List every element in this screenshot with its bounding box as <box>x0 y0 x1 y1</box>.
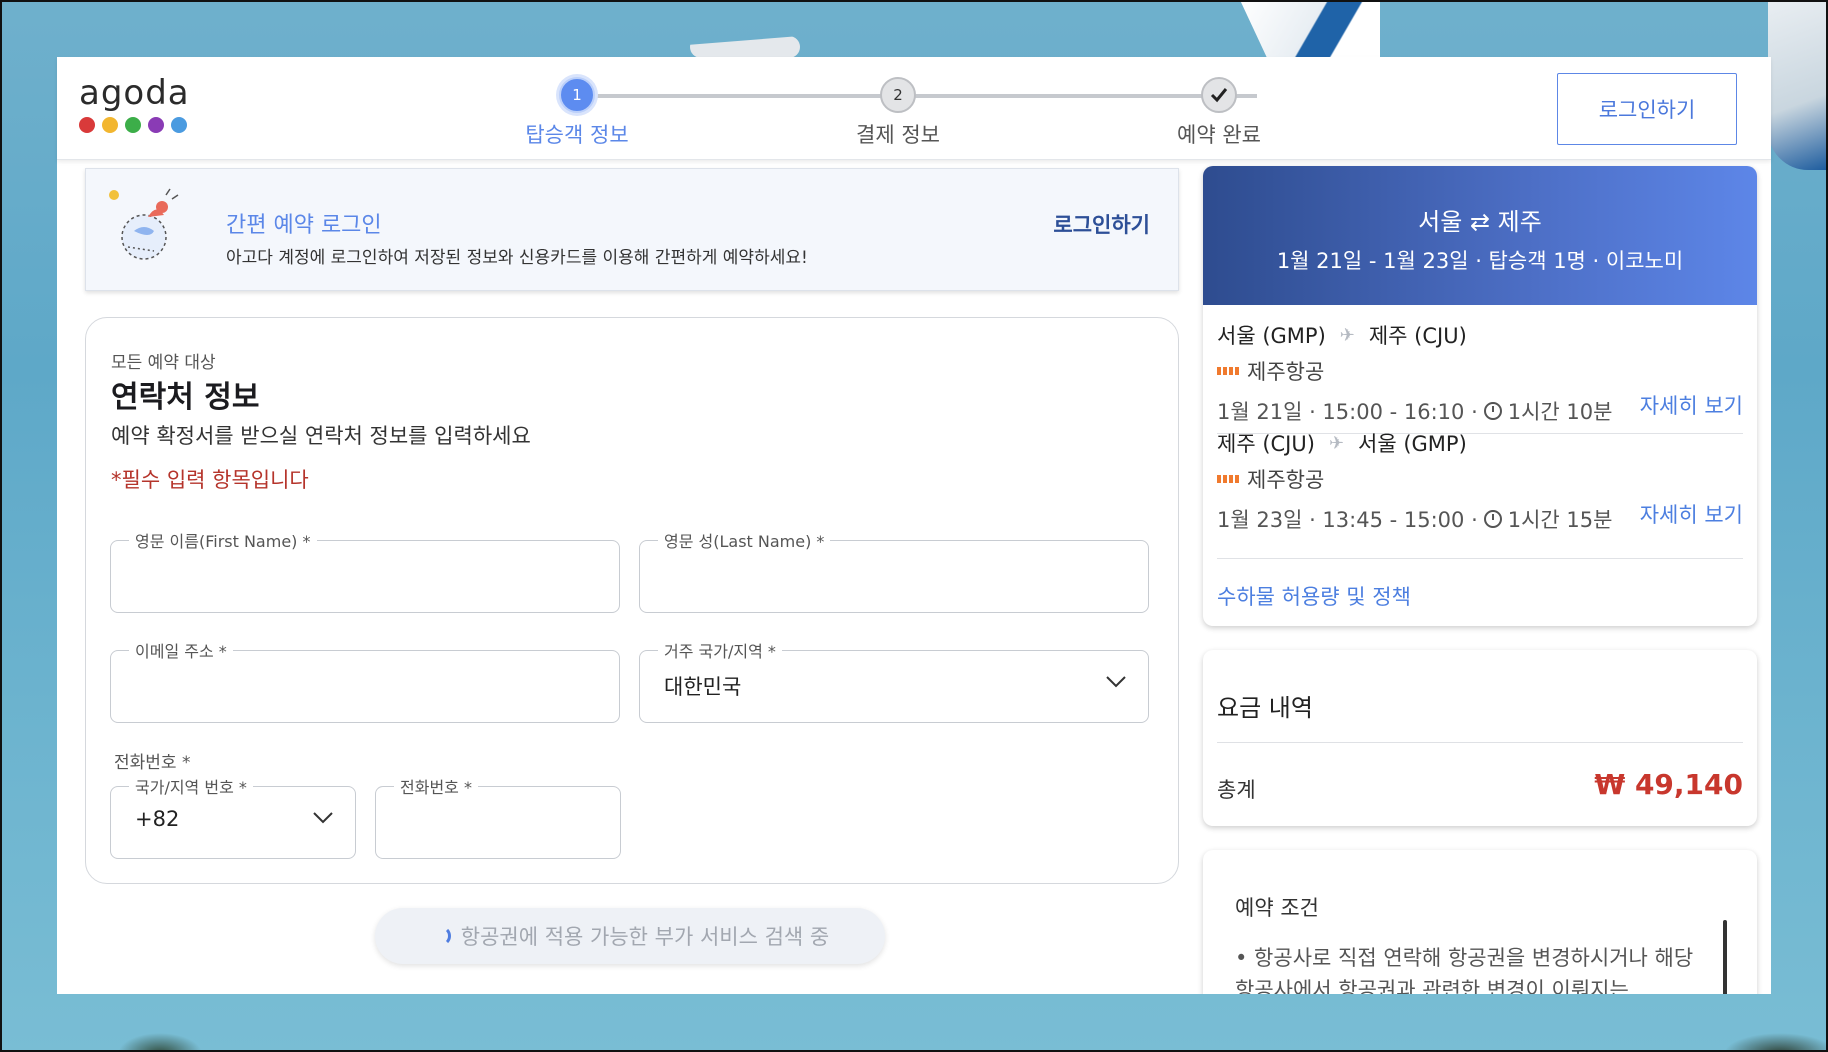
step-booking-complete: 예약 완료 <box>1109 73 1329 149</box>
loading-text: 항공권에 적용 가능한 부가 서비스 검색 중 <box>460 925 830 949</box>
segment-duration: 1시간 10분 <box>1507 400 1613 424</box>
phone-code-select[interactable]: 국가/지역 번호 * +82 <box>110 774 356 859</box>
banner-login-link[interactable]: 로그인하기 <box>1053 209 1150 239</box>
segment-destination: 제주 (CJU) <box>1368 324 1467 348</box>
step-1-label: 탑승객 정보 <box>525 123 629 147</box>
last-name-field[interactable]: 영문 성(Last Name) * <box>639 528 1149 613</box>
terms-scrollbar[interactable] <box>1723 920 1727 994</box>
logo-dot-yellow <box>102 117 118 133</box>
price-title: 요금 내역 <box>1217 694 1313 722</box>
baggage-policy-link[interactable]: 수하물 허용량 및 정책 <box>1217 581 1411 611</box>
clock-icon <box>1483 402 1502 420</box>
logo-text: agoda <box>79 73 190 113</box>
clock-icon <box>1483 510 1502 528</box>
booking-terms-card: 예약 조건 • 항공사로 직접 연락해 항공권을 변경하시거나 해당 항공사에서… <box>1203 850 1757 994</box>
airplane-distant-image <box>690 36 800 58</box>
contact-description: 예약 확정서를 받으실 연락처 정보를 입력하세요 <box>111 424 531 448</box>
segment-duration: 1시간 15분 <box>1507 508 1613 532</box>
phone-code-value: +82 <box>135 807 180 831</box>
segment-destination: 서울 (GMP) <box>1358 432 1467 456</box>
last-name-label: 영문 성(Last Name) * <box>658 528 831 552</box>
airline-logo-icon <box>1217 367 1239 375</box>
segment-datetime: 1월 23일 · 13:45 - 15:00 · <box>1217 508 1478 532</box>
country-value: 대한민국 <box>664 675 742 699</box>
chevron-down-icon <box>1106 676 1126 688</box>
country-select[interactable]: 거주 국가/지역 * 대한민국 <box>639 638 1149 723</box>
airline-logo-icon <box>1217 475 1239 483</box>
check-icon <box>1201 77 1237 113</box>
airplane-wing-image <box>1768 0 1828 170</box>
step-2-label: 결제 정보 <box>856 123 940 147</box>
segment-route: 제주 (CJU) ✈ 서울 (GMP) <box>1217 428 1743 458</box>
segment-airline: 제주항공 <box>1217 464 1743 494</box>
step-payment-info: 2 결제 정보 <box>788 73 1008 149</box>
contact-info-card: 모든 예약 대상 연락처 정보 예약 확정서를 받으실 연락처 정보를 입력하세… <box>85 317 1179 884</box>
airline-name: 제주항공 <box>1247 468 1325 492</box>
chevron-down-icon <box>313 812 333 824</box>
banner-description: 아고다 계정에 로그인하여 저장된 정보와 신용카드를 이용해 간편하게 예약하… <box>226 248 808 268</box>
flight-summary-header: 서울 ⇄ 제주 1월 21일 - 1월 23일 · 탑승객 1명 · 이코노미 <box>1203 166 1757 305</box>
first-name-label: 영문 이름(First Name) * <box>129 528 317 552</box>
country-label: 거주 국가/지역 * <box>658 638 782 662</box>
segment-detail-link[interactable]: 자세히 보기 <box>1640 499 1743 529</box>
header-login-button[interactable]: 로그인하기 <box>1557 73 1737 145</box>
terms-title: 예약 조건 <box>1235 896 1319 920</box>
segment-datetime: 1월 21일 · 15:00 - 16:10 · <box>1217 400 1478 424</box>
phone-number-label: 전화번호 * <box>394 774 478 798</box>
required-note: *필수 입력 항목입니다 <box>111 468 309 492</box>
step-3-label: 예약 완료 <box>1177 123 1261 147</box>
phone-heading: 전화번호 * <box>114 753 191 773</box>
step-2-circle: 2 <box>880 77 916 113</box>
segment-route: 서울 (GMP) ✈ 제주 (CJU) <box>1217 320 1743 350</box>
price-breakdown-card: 요금 내역 총계 ₩ 49,140 <box>1203 650 1757 826</box>
step-1-circle: 1 <box>559 77 595 113</box>
banner-title: 간편 예약 로그인 <box>226 213 382 238</box>
terms-body: • 항공사로 직접 연락해 항공권을 변경하시거나 해당 항공사에서 항공권과 … <box>1235 946 1694 994</box>
step-passenger-info: 1 탑승객 정보 <box>467 73 687 149</box>
trip-summary: 1월 21일 - 1월 23일 · 탑승객 1명 · 이코노미 <box>1276 249 1684 273</box>
logo-dots <box>79 117 190 133</box>
logo-dot-red <box>79 117 95 133</box>
airline-name: 제주항공 <box>1247 360 1325 384</box>
loading-spinner-icon <box>431 926 451 946</box>
first-name-field[interactable]: 영문 이름(First Name) * <box>110 528 620 613</box>
flight-summary-card: 서울 ⇄ 제주 1월 21일 - 1월 23일 · 탑승객 1명 · 이코노미 … <box>1203 166 1757 626</box>
agoda-logo[interactable]: agoda <box>79 75 190 133</box>
segment-origin: 제주 (CJU) <box>1217 432 1315 456</box>
segment-divider <box>1217 558 1743 559</box>
segment-return: 제주 (CJU) ✈ 서울 (GMP) 제주항공 1월 23일 · 13:45 … <box>1217 428 1743 532</box>
airplane-icon: ✈ <box>1328 432 1345 454</box>
palm-trees-image <box>0 994 1828 1052</box>
booking-form-page: 간편 예약 로그인 아고다 계정에 로그인하여 저장된 정보와 신용카드를 이용… <box>57 160 1771 994</box>
total-label: 총계 <box>1217 778 1256 802</box>
segment-detail-link[interactable]: 자세히 보기 <box>1640 390 1743 420</box>
logo-dot-green <box>125 117 141 133</box>
phone-number-field[interactable]: 전화번호 * <box>375 774 621 859</box>
quick-login-banner: 간편 예약 로그인 아고다 계정에 로그인하여 저장된 정보와 신용카드를 이용… <box>85 168 1179 291</box>
airplane-icon: ✈ <box>1339 324 1355 346</box>
addon-search-loading: 항공권에 적용 가능한 부가 서비스 검색 중 <box>375 908 885 964</box>
price-divider <box>1217 742 1743 743</box>
airplane-tail-image <box>1240 0 1380 60</box>
booking-stepper: 1 탑승객 정보 2 결제 정보 예약 완료 <box>517 73 1417 147</box>
globe-illustration-icon <box>109 188 179 260</box>
email-field[interactable]: 이메일 주소 * <box>110 638 620 723</box>
trip-route: 서울 ⇄ 제주 <box>1418 208 1542 236</box>
contact-subtitle: 모든 예약 대상 <box>111 353 216 373</box>
phone-code-label: 국가/지역 번호 * <box>129 774 253 798</box>
logo-dot-blue <box>171 117 187 133</box>
site-header: agoda 1 탑승객 정보 2 결제 정보 예약 완료 로그인하기 <box>57 57 1771 160</box>
email-label: 이메일 주소 * <box>129 638 233 662</box>
segment-airline: 제주항공 <box>1217 356 1743 386</box>
logo-dot-purple <box>148 117 164 133</box>
segment-origin: 서울 (GMP) <box>1217 324 1326 348</box>
segment-outbound: 서울 (GMP) ✈ 제주 (CJU) 제주항공 1월 21일 · 15:00 … <box>1217 320 1743 424</box>
contact-title: 연락처 정보 <box>111 380 260 415</box>
total-price: ₩ 49,140 <box>1594 768 1743 801</box>
